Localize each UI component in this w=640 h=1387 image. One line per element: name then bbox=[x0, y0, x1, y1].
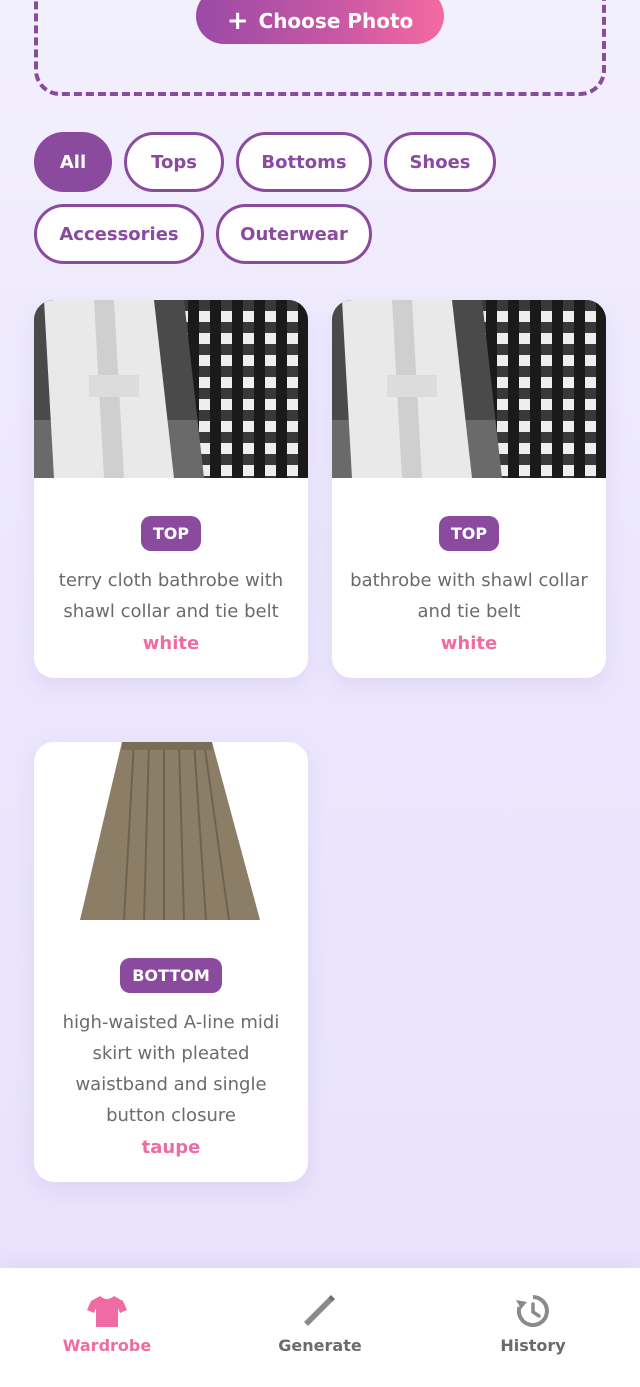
wardrobe-item-card[interactable]: BOTTOM high-waisted A-line midi skirt wi… bbox=[34, 742, 308, 1182]
filter-chip-shoes[interactable]: Shoes bbox=[384, 132, 496, 192]
nav-item-history[interactable]: History bbox=[453, 1294, 613, 1355]
item-color: white bbox=[440, 633, 498, 654]
category-badge: TOP bbox=[140, 516, 202, 551]
bottom-navigation: Wardrobe Generate History bbox=[0, 1268, 640, 1387]
category-badge: TOP bbox=[438, 516, 500, 551]
nav-label: Wardrobe bbox=[62, 1336, 152, 1355]
filter-chip-tops[interactable]: Tops bbox=[124, 132, 224, 192]
nav-item-generate[interactable]: Generate bbox=[240, 1294, 400, 1355]
filter-chip-outerwear[interactable]: Outerwear bbox=[216, 204, 372, 264]
nav-item-wardrobe[interactable]: Wardrobe bbox=[27, 1294, 187, 1355]
nav-label: Generate bbox=[278, 1336, 362, 1355]
bathrobe-and-plaid-shirt-photo bbox=[332, 300, 606, 478]
filter-chip-accessories[interactable]: Accessories bbox=[34, 204, 204, 264]
choose-photo-label: Choose Photo bbox=[258, 9, 414, 33]
history-icon bbox=[516, 1295, 549, 1327]
plus-icon: + bbox=[226, 6, 249, 36]
choose-photo-button[interactable]: + Choose Photo bbox=[196, 0, 444, 44]
taupe-skirt-photo bbox=[34, 742, 308, 920]
item-description: bathrobe with shawl collar and tie belt bbox=[350, 570, 588, 622]
item-color: taupe bbox=[141, 1137, 201, 1158]
item-description: terry cloth bathrobe with shawl collar a… bbox=[58, 570, 284, 622]
category-badge: BOTTOM bbox=[120, 958, 222, 993]
bathrobe-and-plaid-shirt-photo bbox=[34, 300, 308, 478]
filter-chip-bottoms[interactable]: Bottoms bbox=[236, 132, 372, 192]
filter-chip-all[interactable]: All bbox=[34, 132, 112, 192]
wardrobe-item-card[interactable]: TOP terry cloth bathrobe with shawl coll… bbox=[34, 300, 308, 678]
wardrobe-item-card[interactable]: TOP bathrobe with shawl collar and tie b… bbox=[332, 300, 606, 678]
tshirt-icon bbox=[87, 1296, 127, 1327]
item-description: high-waisted A-line midi skirt with plea… bbox=[62, 1012, 280, 1126]
wand-icon bbox=[304, 1295, 335, 1326]
item-color: white bbox=[142, 633, 200, 654]
nav-label: History bbox=[500, 1336, 566, 1355]
